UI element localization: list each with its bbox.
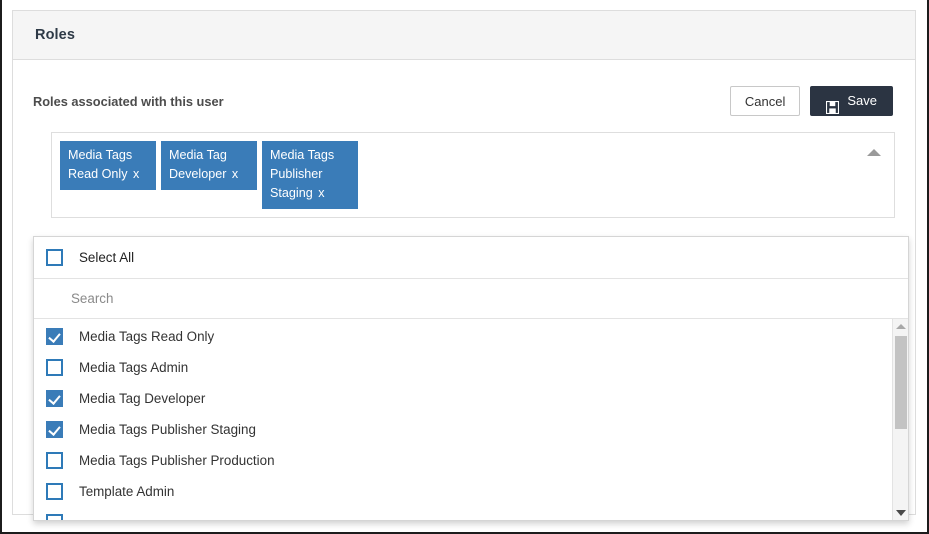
role-chip-remove-icon[interactable]: x bbox=[131, 167, 139, 181]
role-chip-remove-icon[interactable]: x bbox=[230, 167, 238, 181]
role-chip[interactable]: Media Tag Developer x bbox=[161, 141, 257, 190]
page-title: Roles bbox=[35, 27, 75, 43]
option-checkbox[interactable] bbox=[46, 328, 63, 345]
roles-multiselect-box[interactable]: Media Tags Read Only x Media Tag Develop… bbox=[51, 132, 895, 218]
list-item[interactable]: Media Tags Read Only bbox=[34, 321, 908, 352]
option-label: Media Tags Publisher Production bbox=[63, 453, 275, 468]
option-label: Media Tags Read Only bbox=[63, 329, 214, 344]
action-button-group: Cancel Save bbox=[730, 86, 893, 116]
option-label: Media Tags Admin bbox=[63, 360, 188, 375]
save-floppy-icon bbox=[826, 95, 839, 108]
role-chip[interactable]: Media Tags Read Only x bbox=[60, 141, 156, 190]
role-chip-remove-icon[interactable]: x bbox=[316, 186, 324, 200]
caret-up-icon[interactable] bbox=[864, 145, 884, 161]
list-item[interactable]: Media Tags Publisher Production bbox=[34, 445, 908, 476]
role-chip[interactable]: Media Tags Publisher Staging x bbox=[262, 141, 358, 209]
role-chip-label: Media Tags Read Only bbox=[68, 148, 132, 181]
scroll-up-arrow-icon[interactable] bbox=[893, 319, 908, 334]
save-button-label: Save bbox=[847, 86, 877, 116]
option-checkbox[interactable] bbox=[46, 390, 63, 407]
roles-dropdown-panel: Select All Media Tags Read Only Media Ta… bbox=[33, 236, 909, 521]
select-all-row[interactable]: Select All bbox=[34, 237, 908, 279]
option-label: Template Admin bbox=[63, 484, 174, 499]
option-label: Media Tag Developer bbox=[63, 391, 205, 406]
roles-subtitle: Roles associated with this user bbox=[33, 94, 224, 109]
scrollbar-down-wrap bbox=[893, 505, 908, 520]
save-button[interactable]: Save bbox=[810, 86, 893, 116]
card-header: Roles bbox=[13, 11, 915, 60]
list-item[interactable]: Media Tags Admin bbox=[34, 352, 908, 383]
option-checkbox[interactable] bbox=[46, 421, 63, 438]
select-all-checkbox[interactable] bbox=[46, 249, 63, 266]
subheader-row: Roles associated with this user Cancel S… bbox=[13, 60, 915, 116]
search-input[interactable] bbox=[69, 290, 828, 307]
card-body: Roles associated with this user Cancel S… bbox=[13, 60, 915, 218]
roles-option-list: Media Tags Read Only Media Tags Admin Me… bbox=[34, 319, 908, 520]
list-item[interactable]: Media Tags Publisher Staging bbox=[34, 414, 908, 445]
list-item-partial[interactable] bbox=[34, 507, 908, 520]
window-edge-left bbox=[0, 0, 2, 534]
option-checkbox[interactable] bbox=[46, 514, 63, 520]
cancel-button[interactable]: Cancel bbox=[730, 86, 800, 116]
option-checkbox[interactable] bbox=[46, 483, 63, 500]
list-item[interactable]: Template Admin bbox=[34, 476, 908, 507]
dropdown-search-row[interactable] bbox=[34, 279, 908, 319]
scrollbar-thumb[interactable] bbox=[895, 336, 907, 429]
list-scrollbar[interactable] bbox=[892, 319, 908, 520]
select-all-label: Select All bbox=[63, 250, 134, 265]
option-label: Media Tags Publisher Staging bbox=[63, 422, 256, 437]
list-item[interactable]: Media Tag Developer bbox=[34, 383, 908, 414]
roles-option-list-inner: Media Tags Read Only Media Tags Admin Me… bbox=[34, 319, 908, 520]
role-chip-label: Media Tag Developer bbox=[169, 148, 227, 181]
option-checkbox[interactable] bbox=[46, 452, 63, 469]
scroll-down-arrow-icon[interactable] bbox=[893, 505, 908, 520]
selected-role-chips: Media Tags Read Only x Media Tag Develop… bbox=[60, 141, 854, 209]
option-checkbox[interactable] bbox=[46, 359, 63, 376]
